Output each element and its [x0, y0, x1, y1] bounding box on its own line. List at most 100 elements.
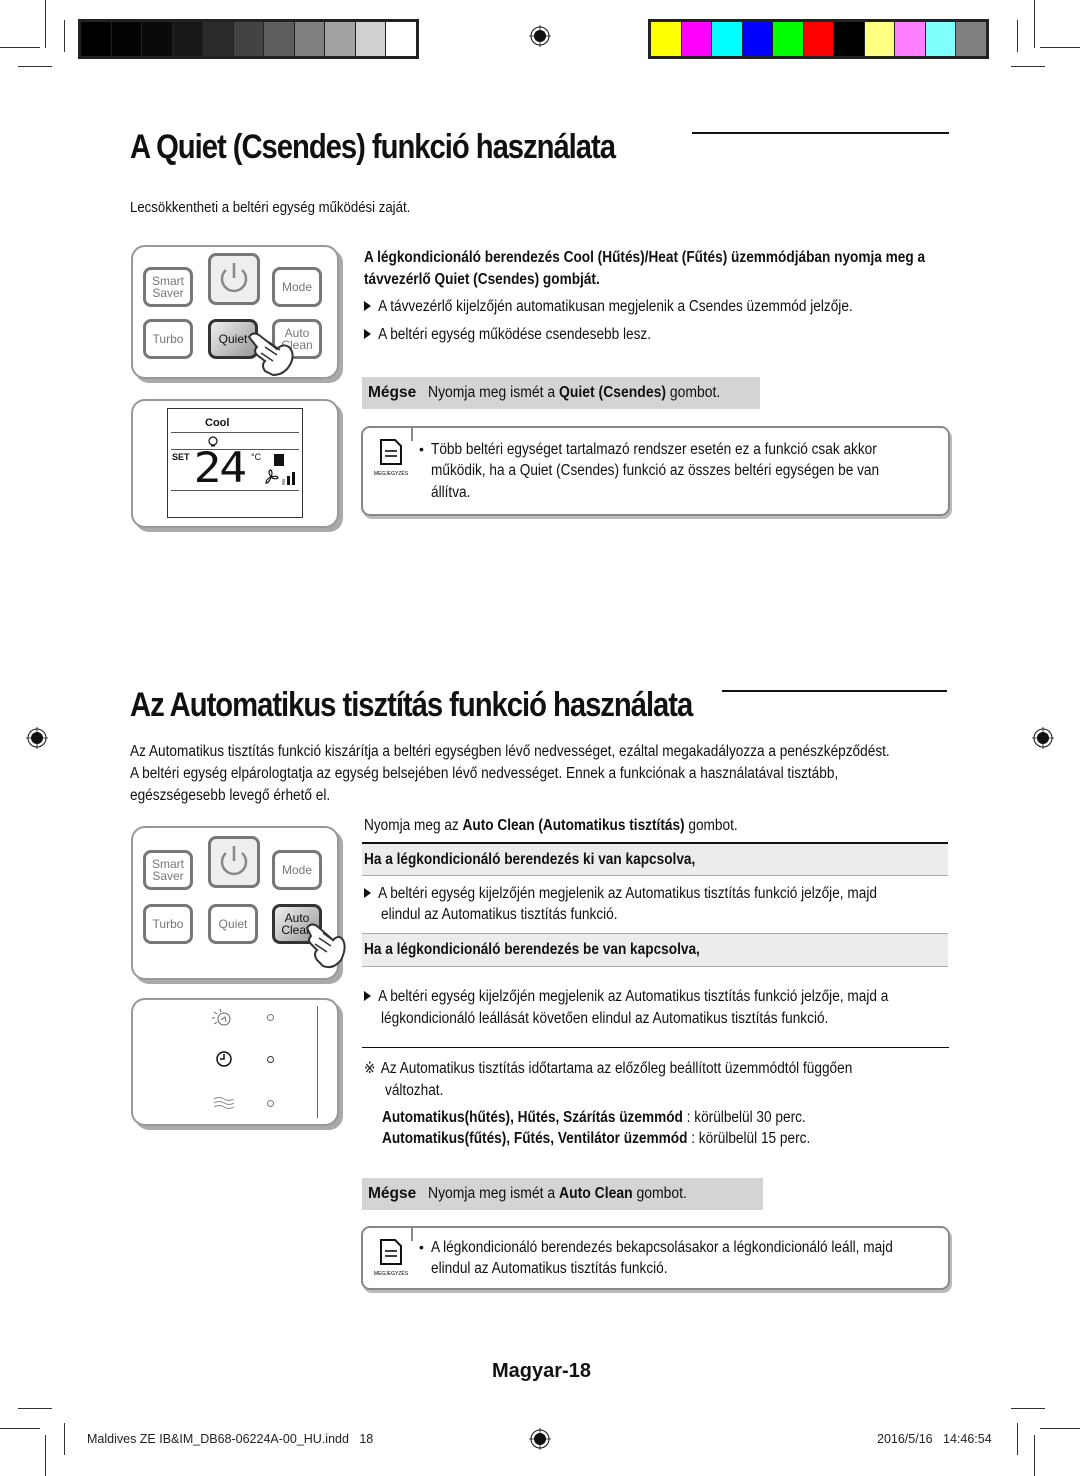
note-bullet: • [419, 441, 424, 457]
registration-mark-icon [26, 727, 48, 749]
airflow-indicator-icon [213, 1097, 235, 1109]
case-off-bullet: A beltéri egység kijelzőjén megjelenik a… [364, 883, 877, 905]
crop-mark [18, 66, 52, 67]
case-off-bullet-cont: elindul az Automatikus tisztítás funkció… [381, 906, 618, 923]
crop-mark [45, 0, 46, 48]
crop-mark [64, 20, 65, 52]
power-icon [220, 846, 248, 876]
smart-saver-button[interactable]: Smart Saver [143, 267, 193, 307]
turbo-button[interactable]: Turbo [143, 904, 193, 944]
remote-control-autoclean: Smart Saver Mode Turbo Quiet Auto Clean [131, 826, 346, 980]
grayscale-calibration-bar [78, 19, 419, 59]
note-tick [411, 1227, 413, 1241]
cancel-text: Nyomja meg ismét a Auto Clean gombot. [428, 1185, 688, 1202]
autoclean-intro-line: Az Automatikus tisztítás funkció kiszárí… [130, 743, 890, 760]
color-swatch [294, 22, 324, 56]
color-swatch [386, 22, 416, 56]
title-rule [722, 690, 947, 692]
remote-display-panel: Cool SET 24 °C [131, 399, 339, 528]
cancel-text: Nyomja meg ismét a Quiet (Csendes) gombo… [428, 384, 721, 401]
svg-text:MEGJEGYZÉS: MEGJEGYZÉS [374, 1270, 409, 1277]
crop-mark [45, 1435, 46, 1476]
registration-mark-icon [1032, 727, 1054, 749]
lcd-divider [171, 490, 299, 491]
svg-text:MEGJEGYZÉS: MEGJEGYZÉS [374, 470, 409, 477]
color-swatch [712, 22, 742, 56]
crop-mark [0, 47, 40, 48]
page-number: Magyar-18 [492, 1360, 591, 1382]
quiet-instruction-line1: A légkondicionáló berendezés Cool (Hűtés… [364, 249, 926, 266]
crop-mark [1011, 1408, 1045, 1409]
smart-saver-button[interactable]: Smart Saver [143, 850, 193, 890]
crop-mark [1011, 66, 1045, 67]
autoclean-intro-line: A beltéri egység elpárologtatja az egysé… [130, 765, 839, 782]
crop-mark [1034, 1435, 1035, 1476]
remark-line: változhat. [385, 1082, 444, 1099]
color-swatch [742, 22, 772, 56]
autoclean-note-box: MEGJEGYZÉS • A légkondicionáló berendezé… [361, 1226, 950, 1290]
turbo-button[interactable]: Turbo [143, 319, 193, 359]
power-button[interactable] [208, 253, 260, 305]
indicator-dot [267, 1100, 274, 1107]
color-swatch [233, 22, 263, 56]
power-button[interactable] [208, 836, 260, 888]
note-text-line: állítva. [431, 484, 471, 501]
indicator-dot [267, 1056, 274, 1063]
mode-button[interactable]: Mode [272, 850, 322, 890]
lcd-set-label: SET [172, 452, 190, 462]
color-swatch [325, 22, 355, 56]
autoclean-instruction: Nyomja meg az Auto Clean (Automatikus ti… [364, 817, 738, 834]
crop-mark [18, 1408, 52, 1409]
color-swatch [172, 22, 202, 56]
crop-mark [1017, 1423, 1018, 1455]
footer-timestamp: 2016/5/16 14:46:54 [877, 1432, 992, 1446]
note-text-line: működik, ha a Quiet (Csendes) funkció az… [431, 462, 880, 479]
quiet-instruction-line2: távvezérlő Quiet (Csendes) gombját. [364, 271, 600, 288]
mode-button[interactable]: Mode [272, 267, 322, 307]
triangle-bullet-icon [364, 990, 372, 1001]
color-swatch [81, 22, 111, 56]
note-text-line: Több beltéri egységet tartalmazó rendsze… [431, 441, 877, 458]
note-text-line: A légkondicionáló berendezés bekapcsolás… [431, 1239, 893, 1256]
duration-row: Automatikus(hűtés), Hűtés, Szárítás üzem… [382, 1109, 806, 1126]
footer-filename: Maldives ZE IB&IM_DB68-06224A-00_HU.indd… [87, 1432, 374, 1446]
section-title-quiet: A Quiet (Csendes) funkció használata [130, 128, 616, 166]
lcd-mode-label: Cool [205, 417, 230, 429]
remark-symbol-icon: ※ [364, 1060, 376, 1077]
crop-mark [0, 1428, 40, 1429]
divider [362, 1047, 949, 1048]
registration-mark-icon [529, 1428, 551, 1450]
note-icon: MEGJEGYZÉS [374, 439, 409, 477]
quiet-button[interactable]: Quiet [208, 904, 258, 944]
color-swatch [925, 22, 955, 56]
case-on-heading: Ha a légkondicionáló berendezés be van k… [362, 933, 948, 967]
color-swatch [111, 22, 141, 56]
autoclean-cancel-box: Mégse Nyomja meg ismét a Auto Clean gomb… [362, 1178, 763, 1210]
color-swatch [895, 22, 925, 56]
color-swatch [651, 22, 681, 56]
crop-mark [1040, 47, 1080, 48]
crop-mark [1017, 20, 1018, 52]
power-icon [220, 263, 248, 293]
quiet-bullet: A távvezérlő kijelzőjén automatikusan me… [364, 296, 853, 318]
cancel-label: Mégse [368, 1185, 417, 1202]
note-text-line: elindul az Automatikus tisztítás funkció… [431, 1260, 668, 1277]
color-swatch [803, 22, 833, 56]
color-calibration-bar [648, 19, 989, 59]
crop-mark [1034, 0, 1035, 48]
lcd-screen: Cool SET 24 °C [167, 408, 303, 518]
panel-edge [317, 1006, 318, 1118]
louver-icon [274, 454, 284, 466]
autoclean-intro-line: egészségesebb levegő érhető el. [130, 787, 331, 804]
crop-mark [1040, 1428, 1080, 1429]
color-swatch [834, 22, 864, 56]
section-title-autoclean: Az Automatikus tisztítás funkció használ… [130, 686, 693, 724]
duration-row: Automatikus(fűtés), Fűtés, Ventilátor üz… [382, 1130, 811, 1147]
remote-control-quiet: Smart Saver Mode Turbo Quiet Auto Clean [131, 245, 339, 379]
quiet-note-box: MEGJEGYZÉS • Több beltéri egységet tarta… [361, 426, 950, 516]
note-tick [411, 427, 413, 441]
triangle-bullet-icon [364, 328, 372, 339]
color-swatch [355, 22, 385, 56]
fan-icon [265, 469, 279, 484]
triangle-bullet-icon [364, 887, 372, 898]
